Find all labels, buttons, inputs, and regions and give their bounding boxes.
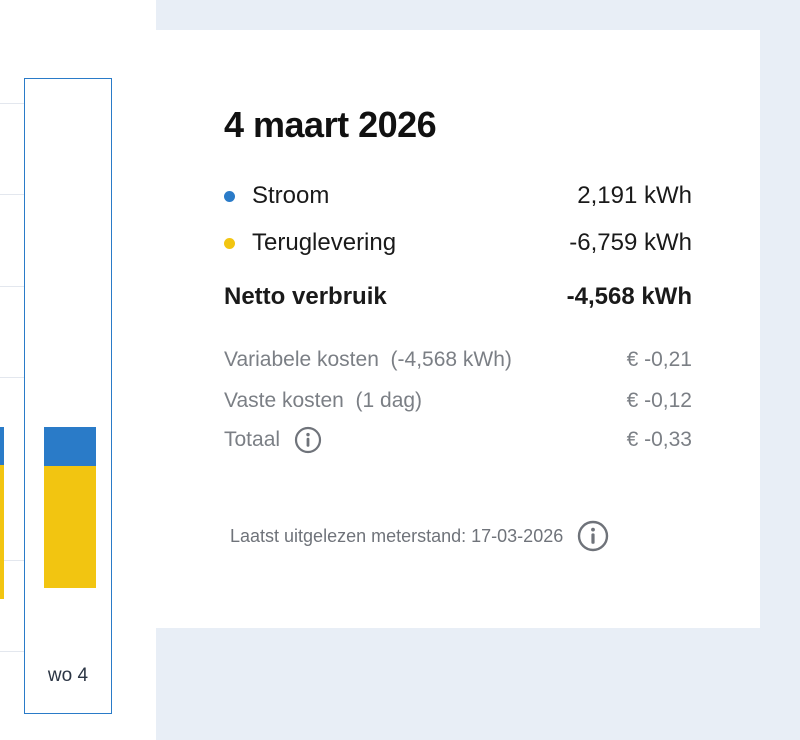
date-title: 4 maart 2026 (224, 104, 437, 145)
meter-reading-footer: Laatst uitgelezen meterstand: 17-03-2026 (230, 520, 609, 552)
vaste-kosten-value: € -0,12 (626, 389, 692, 412)
info-icon[interactable] (294, 426, 322, 454)
chart-gridline (0, 103, 24, 104)
stroom-value: 2,191 kWh (577, 182, 692, 209)
teruglevering-label: Teruglevering (252, 229, 397, 256)
stroom-legend-dot (224, 190, 235, 202)
totaal-label: Totaal (224, 428, 281, 451)
totaal-row: Totaal € -0,33 (224, 426, 692, 454)
stroom-label: Stroom (252, 182, 330, 209)
chart-gridline (0, 651, 24, 652)
teruglevering-row: Teruglevering -6,759 kWh (224, 229, 692, 257)
day-detail-card: 4 maart 2026 Stroom 2,191 kWh Teruglever… (156, 30, 760, 628)
chart-gridline (0, 286, 24, 287)
totaal-value: € -0,33 (626, 428, 692, 451)
usage-chart: wo 4 (0, 0, 156, 740)
vaste-kosten-row: Vaste kosten (1 dag) € -0,12 (224, 389, 692, 413)
prev-day-stroom-bar[interactable] (0, 427, 4, 465)
netto-row: Netto verbruik -4,568 kWh (224, 283, 692, 311)
stroom-bar[interactable] (44, 427, 96, 466)
teruglevering-bar[interactable] (44, 466, 96, 588)
prev-day-teruglevering-bar[interactable] (0, 465, 4, 599)
variabele-kosten-label: Variabele kosten (-4,568 kWh) (224, 348, 512, 371)
vaste-kosten-label: Vaste kosten (1 dag) (224, 389, 423, 412)
variabele-kosten-value: € -0,21 (626, 348, 692, 371)
day-column-selected[interactable]: wo 4 (24, 78, 112, 714)
chart-gridline (0, 194, 24, 195)
teruglevering-legend-dot (224, 237, 235, 249)
meter-reading-text: Laatst uitgelezen meterstand: 17-03-2026 (230, 525, 564, 546)
teruglevering-value: -6,759 kWh (569, 229, 692, 256)
chart-gridline (0, 377, 24, 378)
netto-label: Netto verbruik (224, 283, 387, 310)
variabele-kosten-row: Variabele kosten (-4,568 kWh) € -0,21 (224, 348, 692, 372)
stroom-row: Stroom 2,191 kWh (224, 182, 692, 210)
netto-value: -4,568 kWh (566, 283, 692, 310)
info-icon[interactable] (577, 520, 609, 552)
day-label: wo 4 (47, 665, 89, 686)
